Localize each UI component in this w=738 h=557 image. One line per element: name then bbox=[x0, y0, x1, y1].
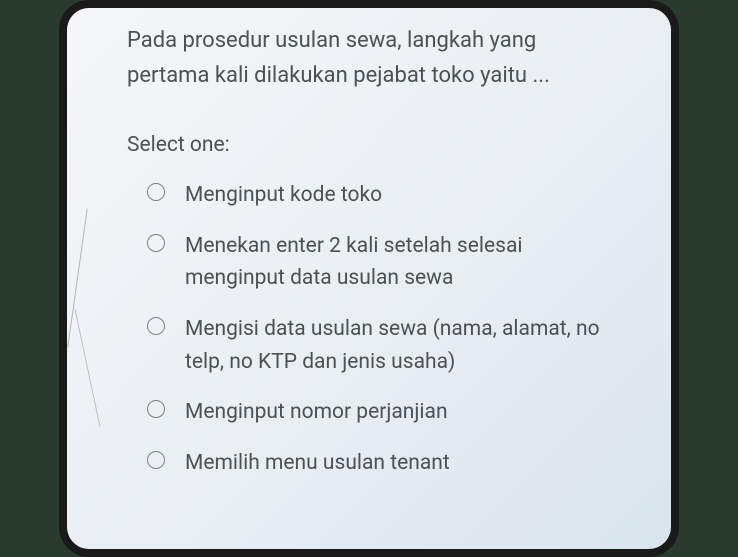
question-text: Pada prosedur usulan sewa, langkah yang … bbox=[127, 23, 611, 93]
radio-icon[interactable] bbox=[147, 317, 165, 335]
option-text: Menekan enter 2 kali setelah selesai men… bbox=[185, 230, 611, 295]
option-row[interactable]: Menginput nomor perjanjian bbox=[147, 396, 611, 429]
radio-icon[interactable] bbox=[147, 183, 165, 201]
phone-frame: Pada prosedur usulan sewa, langkah yang … bbox=[59, 0, 679, 557]
phone-screen: Pada prosedur usulan sewa, langkah yang … bbox=[67, 8, 671, 549]
option-row[interactable]: Memilih menu usulan tenant bbox=[147, 447, 611, 480]
option-row[interactable]: Menekan enter 2 kali setelah selesai men… bbox=[147, 230, 611, 295]
radio-icon[interactable] bbox=[147, 400, 165, 418]
option-text: Mengisi data usulan sewa (nama, alamat, … bbox=[185, 313, 611, 378]
options-container: Menginput kode toko Menekan enter 2 kali… bbox=[127, 179, 611, 479]
option-text: Menginput kode toko bbox=[185, 179, 382, 212]
option-text: Menginput nomor perjanjian bbox=[185, 396, 448, 429]
option-text: Memilih menu usulan tenant bbox=[185, 447, 450, 480]
radio-icon[interactable] bbox=[147, 234, 165, 252]
screen-crack bbox=[75, 309, 101, 427]
radio-icon[interactable] bbox=[147, 451, 165, 469]
option-row[interactable]: Mengisi data usulan sewa (nama, alamat, … bbox=[147, 313, 611, 378]
option-row[interactable]: Menginput kode toko bbox=[147, 179, 611, 212]
select-one-label: Select one: bbox=[127, 133, 611, 157]
